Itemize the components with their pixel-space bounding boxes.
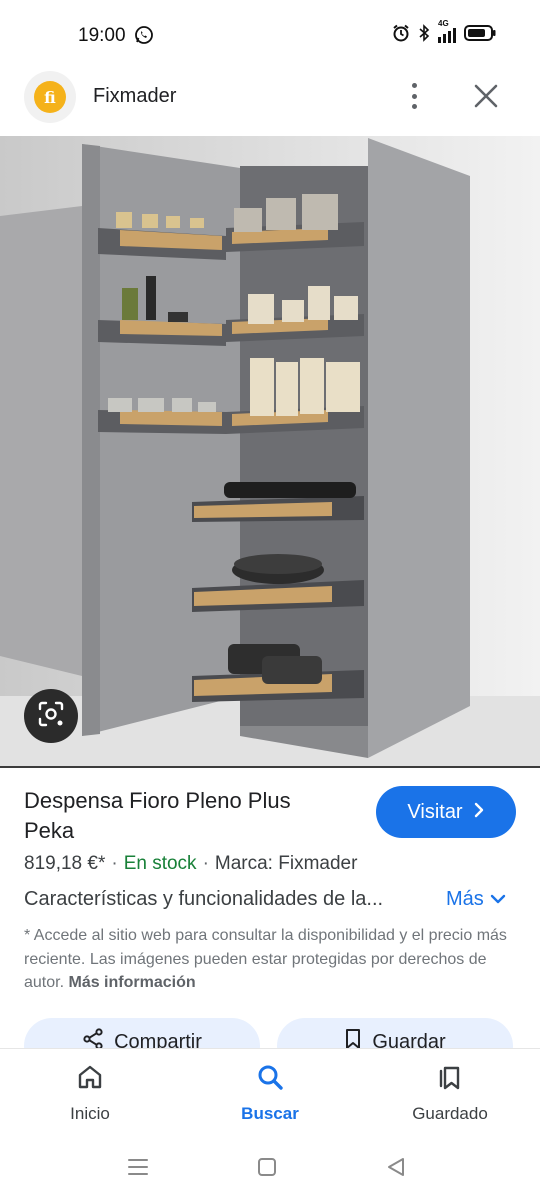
site-logo[interactable]: fi bbox=[24, 71, 76, 123]
bluetooth-icon bbox=[418, 24, 430, 47]
more-info-link[interactable]: Más información bbox=[68, 974, 195, 991]
product-brand: Marca: Fixmader bbox=[214, 853, 358, 874]
home-icon bbox=[76, 1063, 104, 1096]
divider bbox=[0, 766, 540, 768]
logo-text: fi bbox=[34, 81, 66, 113]
availability-disclaimer: * Accede al sitio web para consultar la … bbox=[24, 924, 514, 995]
nav-search-label: Buscar bbox=[241, 1104, 299, 1123]
search-icon bbox=[256, 1063, 284, 1096]
nav-saved-label: Guardado bbox=[412, 1104, 488, 1123]
recents-icon[interactable] bbox=[127, 1157, 149, 1182]
network-type: 4G bbox=[438, 19, 449, 28]
product-meta: 819,18 €* · En stock · Marca: Fixmader bbox=[24, 853, 358, 874]
chevron-down-icon bbox=[490, 888, 506, 911]
whatsapp-icon bbox=[134, 25, 154, 50]
more-button[interactable]: Más bbox=[446, 888, 506, 911]
lens-icon bbox=[36, 699, 66, 734]
stock-status: En stock bbox=[123, 853, 197, 874]
back-icon[interactable] bbox=[386, 1157, 406, 1182]
site-name[interactable]: Fixmader bbox=[93, 85, 176, 108]
visit-button-label: Visitar bbox=[407, 800, 463, 823]
more-options-icon[interactable] bbox=[400, 80, 428, 112]
lens-search-button[interactable] bbox=[24, 689, 78, 743]
product-image[interactable] bbox=[0, 136, 540, 766]
status-time: 19:00 bbox=[78, 25, 126, 46]
home-button-icon[interactable] bbox=[257, 1157, 277, 1182]
bottom-navigation: Inicio Buscar Guardado bbox=[0, 1049, 540, 1141]
status-bar: 19:00 4G bbox=[0, 0, 540, 70]
nav-search[interactable]: Buscar bbox=[210, 1063, 330, 1124]
product-title: Despensa Fioro Pleno Plus Peka bbox=[24, 788, 291, 843]
visit-button[interactable]: Visitar bbox=[376, 786, 516, 838]
features-summary: Características y funcionalidades de la.… bbox=[24, 888, 384, 910]
alarm-icon bbox=[392, 24, 410, 47]
chevron-right-icon bbox=[473, 801, 485, 824]
system-navigation bbox=[0, 1141, 540, 1200]
battery-icon bbox=[464, 24, 496, 47]
site-header: fi Fixmader bbox=[0, 70, 540, 136]
nav-home[interactable]: Inicio bbox=[30, 1063, 150, 1124]
saved-icon bbox=[436, 1063, 464, 1096]
more-button-label: Más bbox=[446, 888, 484, 910]
product-price: 819,18 €* bbox=[24, 853, 106, 874]
close-icon[interactable] bbox=[470, 80, 502, 112]
signal-icon: 4G bbox=[438, 19, 456, 43]
nav-home-label: Inicio bbox=[70, 1104, 110, 1123]
nav-saved[interactable]: Guardado bbox=[390, 1063, 510, 1124]
